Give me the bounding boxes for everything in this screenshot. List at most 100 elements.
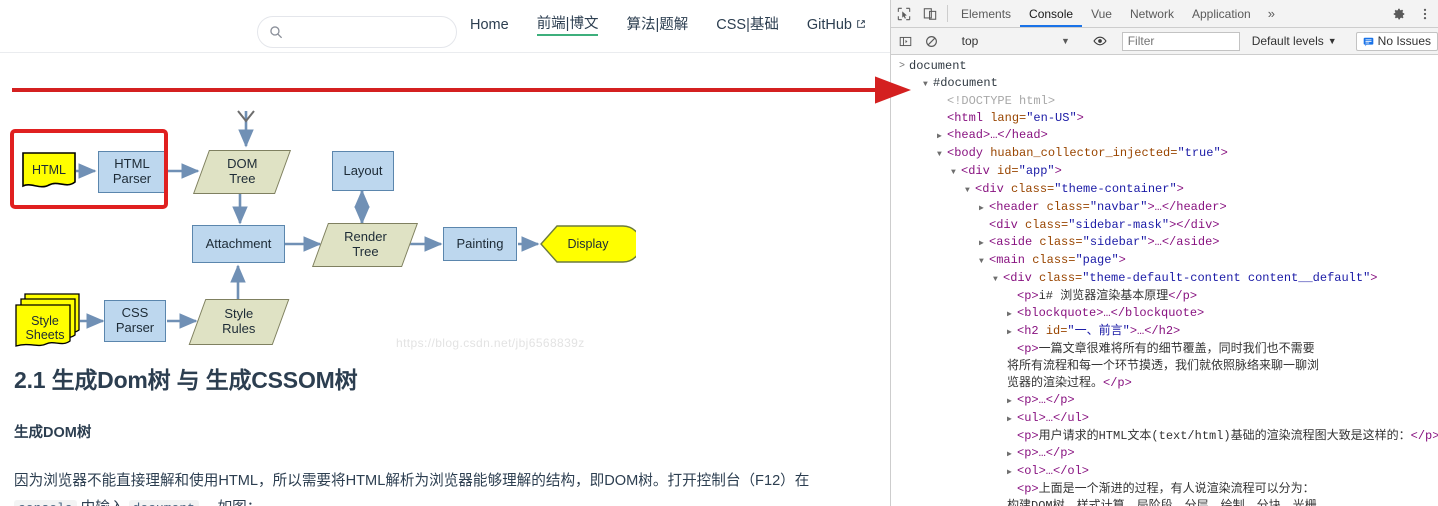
dom-token: "true" bbox=[1177, 146, 1221, 160]
dom-token: #document bbox=[933, 76, 998, 90]
console-dom-node-row[interactable]: ▼ <div class="theme-default-content conte… bbox=[891, 270, 1438, 288]
chevron-down-icon-levels: ▼ bbox=[1327, 36, 1337, 46]
issues-button[interactable]: No Issues bbox=[1355, 31, 1438, 51]
nav-item-2[interactable]: 算法|题解 bbox=[626, 18, 688, 36]
console-dom-node-row[interactable]: ▶ <h2 id="一、前言">…</h2> bbox=[891, 323, 1438, 341]
inspect-element-icon[interactable] bbox=[891, 0, 917, 27]
console-dom-node-row[interactable]: ▶ <aside class="sidebar">…</aside> bbox=[891, 234, 1438, 252]
expand-triangle-closed-icon[interactable]: ▶ bbox=[1007, 464, 1017, 481]
dom-tree-label: DOM Tree bbox=[226, 156, 258, 186]
expand-triangle-closed-icon[interactable]: ▶ bbox=[1007, 324, 1017, 341]
console-dom-node-row[interactable]: <div class="sidebar-mask"></div> bbox=[891, 217, 1438, 234]
console-dom-node-row[interactable]: ▶ <head>…</head> bbox=[891, 127, 1438, 145]
expand-triangle-closed-icon[interactable]: ▶ bbox=[1007, 306, 1017, 323]
layout-label: Layout bbox=[343, 162, 383, 178]
dom-node-line: <html lang="en-US"> bbox=[909, 110, 1084, 127]
console-dom-node-row[interactable]: ▼ <body huaban_collector_injected="true"> bbox=[891, 145, 1438, 163]
sidebar-glyph bbox=[900, 36, 912, 46]
tab-vue[interactable]: Vue bbox=[1082, 0, 1121, 27]
dom-token: <p> bbox=[1017, 289, 1039, 303]
console-sidebar-icon[interactable] bbox=[893, 35, 919, 48]
diagram-node-style-sheets: Style Sheets bbox=[14, 293, 82, 351]
console-dom-node-row[interactable]: ▼ <div class="theme-container"> bbox=[891, 181, 1438, 199]
display-label: Display bbox=[567, 237, 609, 251]
dom-token: <aside bbox=[989, 235, 1040, 249]
expand-triangle-open-icon[interactable]: ▼ bbox=[965, 182, 975, 199]
console-dom-node-row[interactable]: ▶ <ol>…</ol> bbox=[891, 463, 1438, 481]
console-dom-node-row[interactable]: ▶ <header class="navbar">…</header> bbox=[891, 199, 1438, 217]
dom-token: "theme-container" bbox=[1054, 182, 1177, 196]
dom-node-line: ▶ <ul>…</ul> bbox=[909, 410, 1089, 428]
expand-triangle-closed-icon[interactable]: ▶ bbox=[1007, 446, 1017, 463]
console-filter-input[interactable] bbox=[1121, 31, 1240, 51]
tab-elements[interactable]: Elements bbox=[952, 0, 1020, 27]
dom-node-line: <p>i# 浏览器渲染基本原理</p> bbox=[909, 288, 1197, 305]
dom-token: huaban_collector_injected= bbox=[990, 146, 1178, 160]
dom-token: </p> bbox=[1410, 429, 1438, 443]
tab-network[interactable]: Network bbox=[1121, 0, 1183, 27]
dom-node-line: ▶ <head>…</head> bbox=[909, 127, 1048, 145]
console-filter-bar: top ▼ Default levels ▼ bbox=[891, 28, 1438, 55]
dom-token: <body bbox=[947, 146, 991, 160]
inline-code-console: console bbox=[14, 499, 77, 506]
article-paragraph: 因为浏览器不能直接理解和使用HTML，所以需要将HTML解析为浏览器能够理解的结… bbox=[14, 468, 876, 506]
expand-triangle-closed-icon[interactable]: ▶ bbox=[979, 235, 989, 252]
dom-token: id= bbox=[997, 164, 1019, 178]
log-levels-dropdown[interactable]: Default levels ▼ bbox=[1252, 34, 1337, 48]
expand-triangle-open-icon[interactable]: ▼ bbox=[993, 271, 1003, 288]
console-dom-node-row[interactable]: ▶ <ul>…</ul> bbox=[891, 410, 1438, 428]
nav-item-4[interactable]: GitHub bbox=[807, 18, 866, 36]
console-dom-node-row[interactable]: ▶ <p>…</p> bbox=[891, 392, 1438, 410]
console-output[interactable]: > document ▼ #document <!DOCTYPE html> <html … bbox=[891, 55, 1438, 506]
dom-token: <div bbox=[961, 164, 998, 178]
expand-triangle-open-icon[interactable]: ▼ bbox=[951, 164, 961, 181]
dom-node-line: ▼ <div class="theme-container"> bbox=[909, 181, 1184, 199]
dom-token: <main bbox=[989, 253, 1033, 267]
tab-application[interactable]: Application bbox=[1183, 0, 1260, 27]
console-dom-node-row[interactable]: ▼ <main class="page"> bbox=[891, 252, 1438, 270]
more-tabs-button[interactable]: » bbox=[1260, 0, 1283, 27]
console-dom-node-row[interactable]: <html lang="en-US"> bbox=[891, 110, 1438, 127]
gear-icon[interactable] bbox=[1386, 7, 1412, 21]
console-dom-node-row[interactable]: <!DOCTYPE html> bbox=[891, 93, 1438, 110]
clear-console-icon[interactable] bbox=[919, 35, 945, 48]
kebab-menu-icon[interactable] bbox=[1412, 7, 1438, 21]
diagram-node-css-parser: CSS Parser bbox=[104, 300, 166, 342]
device-toolbar-icon[interactable] bbox=[917, 0, 943, 27]
nav-label-2: 算法|题解 bbox=[626, 16, 689, 33]
toolbar-right-group bbox=[1377, 0, 1438, 27]
expand-triangle-open-icon[interactable]: ▼ bbox=[923, 76, 933, 93]
dom-token: 一篇文章很难将所有的细节覆盖，同时我们也不需要将所有流程和每一个环节摸透，我们就… bbox=[1007, 342, 1320, 390]
expand-triangle-closed-icon[interactable]: ▶ bbox=[1007, 411, 1017, 428]
console-dom-node-row[interactable]: ▶ <p>…</p> bbox=[891, 445, 1438, 463]
console-dom-node-row[interactable]: ▼ #document bbox=[891, 75, 1438, 93]
expand-triangle-closed-icon[interactable]: ▶ bbox=[1007, 393, 1017, 410]
tab-console[interactable]: Console bbox=[1020, 0, 1082, 27]
dom-token: "一、前言" bbox=[1067, 324, 1130, 338]
dom-token: "page" bbox=[1075, 253, 1119, 267]
nav-item-3[interactable]: CSS|基础 bbox=[716, 18, 779, 36]
search-input[interactable] bbox=[257, 16, 457, 48]
nav-item-0[interactable]: Home bbox=[470, 18, 509, 36]
dom-token: <blockquote>…</blockquote> bbox=[1017, 306, 1205, 320]
nav-label-1: 前端|博文 bbox=[536, 16, 599, 33]
console-dom-node-row[interactable]: <p>一篇文章很难将所有的细节覆盖，同时我们也不需要将所有流程和每一个环节摸透，… bbox=[891, 341, 1438, 392]
expand-triangle-closed-icon[interactable]: ▶ bbox=[937, 128, 947, 145]
console-dom-node-row[interactable]: ▶ <blockquote>…</blockquote> bbox=[891, 305, 1438, 323]
live-expression-eye-icon[interactable] bbox=[1087, 34, 1113, 48]
diagram-node-html: HTML bbox=[22, 152, 76, 190]
console-dom-node-row[interactable]: ▼ <div id="app"> bbox=[891, 163, 1438, 181]
diagram-node-display: Display bbox=[540, 225, 636, 263]
expand-triangle-open-icon[interactable]: ▼ bbox=[979, 253, 989, 270]
console-dom-node-row[interactable]: <p>i# 浏览器渲染基本原理</p> bbox=[891, 288, 1438, 305]
dom-token: "sidebar-mask" bbox=[1068, 218, 1170, 232]
execution-context-select[interactable]: top ▼ bbox=[954, 32, 1078, 51]
dom-node-line: ▼ <main class="page"> bbox=[909, 252, 1126, 270]
console-prompt-row[interactable]: > document bbox=[891, 58, 1438, 75]
nav-item-1[interactable]: 前端|博文 bbox=[536, 16, 599, 36]
expand-triangle-closed-icon[interactable]: ▶ bbox=[979, 200, 989, 217]
console-dom-node-row[interactable]: <p>上面是一个渐进的过程，有人说渲染流程可以分为：构建DOM树，样式计算，局阶… bbox=[891, 481, 1438, 506]
console-dom-node-row[interactable]: <p>用户请求的HTML文本(text/html)基础的渲染流程图大致是这样的：… bbox=[891, 428, 1438, 445]
dom-token: <ul>…</ul> bbox=[1017, 411, 1090, 425]
expand-triangle-open-icon[interactable]: ▼ bbox=[937, 146, 947, 163]
